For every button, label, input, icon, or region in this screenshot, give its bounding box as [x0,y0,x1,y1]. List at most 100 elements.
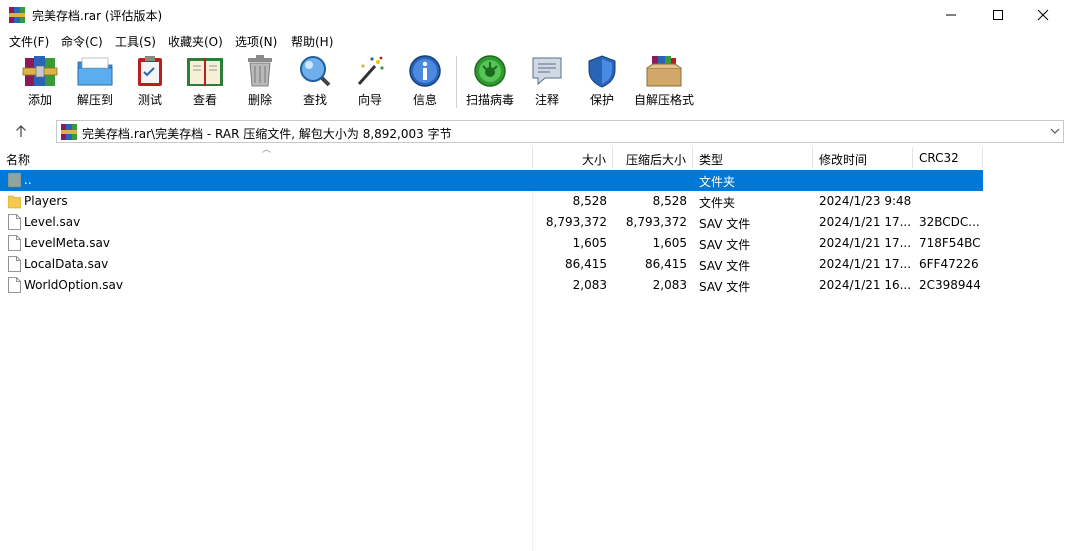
col-packed-label: 压缩后大小 [625,153,686,167]
file-size: 8,528 [572,194,607,208]
up-arrow-icon [16,125,26,137]
comment-icon [532,57,562,86]
file-crc: 6FF47226 [919,257,979,271]
file-crc: 718F54BC [919,236,981,250]
comment-button[interactable]: 注释 [517,54,577,112]
address-bar: 完美存档.rar\完美存档 - RAR 压缩文件, 解包大小为 8,892,00… [0,118,1066,144]
file-name: .. [24,173,32,187]
col-packed[interactable]: 压缩后大小 [613,147,693,168]
file-icon [8,277,21,293]
file-size: 2,083 [572,278,607,292]
file-crc: 2C398944 [919,278,981,292]
file-name: LevelMeta.sav [24,236,110,250]
find-button[interactable]: 查找 [285,54,345,112]
virus-scan-icon [474,55,506,87]
delete-button[interactable]: 删除 [230,54,290,112]
file-name: Players [24,194,68,208]
col-crc-label: CRC32 [919,151,959,165]
file-icon [8,235,21,251]
file-icon [8,214,21,230]
column-header: ︿ 名称 大小 压缩后大小 类型 修改时间 CRC32 [0,145,1066,168]
table-row[interactable]: Players 8,528 8,528 文件夹 2024/1/23 9:48 [0,191,983,212]
file-modified: 2024/1/23 9:48 [819,194,912,208]
file-list[interactable]: .. 文件夹 Players 8,528 8,528 文件夹 2024/1/23… [0,170,1066,551]
file-type: SAV 文件 [699,259,751,273]
file-type: SAV 文件 [699,217,751,231]
table-row[interactable]: Level.sav 8,793,372 8,793,372 SAV 文件 202… [0,212,983,233]
table-row[interactable]: LocalData.sav 86,415 86,415 SAV 文件 2024/… [0,254,983,275]
file-crc: 32BCDC... [919,215,980,229]
file-type: SAV 文件 [699,280,751,294]
col-modified[interactable]: 修改时间 [813,147,913,168]
maximize-icon [993,10,1003,20]
menu-favorites[interactable]: 收藏夹(O) [168,33,223,50]
protect-label: 保护 [589,93,614,107]
comment-label: 注释 [534,93,559,107]
virus-scan-button[interactable]: 扫描病毒 [460,54,520,112]
col-type[interactable]: 类型 [693,147,813,168]
add-label: 添加 [27,93,52,107]
file-size: 86,415 [565,257,607,271]
sort-up-icon: ︿ [262,145,272,155]
menu-bar: 文件(F) 命令(C) 工具(S) 收藏夹(O) 选项(N) 帮助(H) [0,30,1066,50]
trash-icon [248,55,272,87]
maximize-button[interactable] [975,0,1021,30]
menu-options[interactable]: 选项(N) [235,33,277,50]
table-row[interactable]: .. 文件夹 [0,170,983,191]
file-modified: 2024/1/21 16... [819,278,912,292]
minimize-icon [946,14,956,16]
title-bar: 完美存档.rar (评估版本) [0,0,1066,30]
magnifier-icon [300,56,331,87]
add-button[interactable]: 添加 [10,54,70,112]
file-type: 文件夹 [699,175,736,189]
view-button[interactable]: 查看 [175,54,235,112]
menu-help[interactable]: 帮助(H) [291,33,333,50]
protect-button[interactable]: 保护 [572,54,632,112]
menu-commands[interactable]: 命令(C) [61,33,103,50]
winrar-app-icon [9,7,25,23]
wizard-label: 向导 [357,93,382,107]
file-name: WorldOption.sav [24,278,123,292]
close-icon [1037,9,1049,21]
minimize-button[interactable] [928,0,974,30]
file-type: SAV 文件 [699,238,751,252]
virus-scan-label: 扫描病毒 [465,93,514,107]
col-crc[interactable]: CRC32 [913,147,983,168]
books-add-icon [22,56,58,86]
close-button[interactable] [1020,0,1066,30]
window-title: 完美存档.rar (评估版本) [32,9,163,23]
info-icon [409,55,441,87]
magic-wand-icon [357,56,384,85]
wizard-button[interactable]: 向导 [340,54,400,112]
menu-tools[interactable]: 工具(S) [115,33,156,50]
col-name[interactable]: ︿ 名称 [0,145,533,168]
delete-label: 删除 [247,93,272,107]
table-row[interactable]: WorldOption.sav 2,083 2,083 SAV 文件 2024/… [0,275,983,296]
menu-file[interactable]: 文件(F) [9,33,49,50]
file-packed: 1,605 [652,236,687,250]
extract-to-button[interactable]: 解压到 [65,54,125,112]
up-button[interactable] [14,121,34,141]
col-size[interactable]: 大小 [533,147,613,168]
path-text: 完美存档.rar\完美存档 - RAR 压缩文件, 解包大小为 8,892,00… [82,127,452,141]
col-name-label: 名称 [6,153,31,167]
path-field[interactable]: 完美存档.rar\完美存档 - RAR 压缩文件, 解包大小为 8,892,00… [56,120,1064,143]
path-dropdown[interactable] [1050,125,1060,139]
col-size-label: 大小 [581,153,606,167]
table-row[interactable]: LevelMeta.sav 1,605 1,605 SAV 文件 2024/1/… [0,233,983,254]
info-button[interactable]: 信息 [395,54,455,112]
col-type-label: 类型 [699,153,724,167]
folder-extract-icon [77,57,113,86]
file-packed: 2,083 [652,278,687,292]
sfx-button[interactable]: 自解压格式 [634,54,694,112]
sfx-label: 自解压格式 [634,93,695,107]
info-label: 信息 [412,93,437,107]
test-label: 测试 [137,93,162,107]
find-label: 查找 [302,93,327,107]
col-modified-label: 修改时间 [819,153,868,167]
test-button[interactable]: 测试 [120,54,180,112]
clipboard-test-icon [138,56,162,86]
file-packed: 86,415 [645,257,687,271]
extract-to-label: 解压到 [76,93,113,107]
file-type: 文件夹 [699,196,736,210]
